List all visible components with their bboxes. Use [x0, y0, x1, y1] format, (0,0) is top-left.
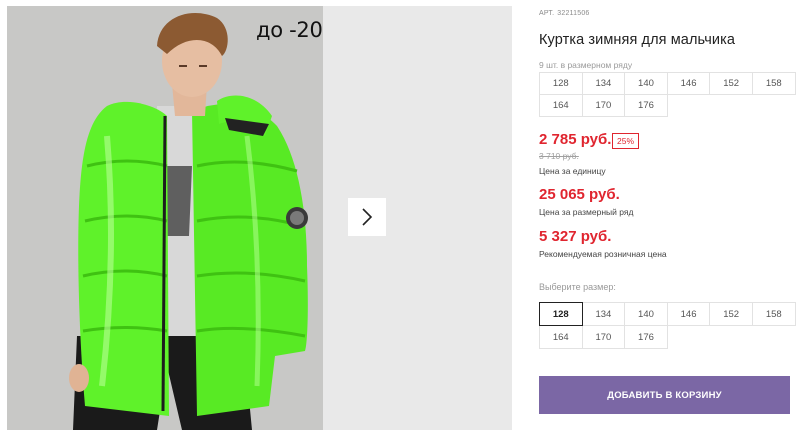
size-option[interactable]: 164 — [539, 325, 583, 349]
range-size-cell: 176 — [624, 94, 668, 117]
size-option[interactable]: 140 — [624, 302, 668, 326]
product-info-panel: АРТ. 32211506 Куртка зимняя для мальчика … — [512, 0, 800, 430]
range-size-cell: 140 — [624, 72, 668, 95]
size-option[interactable]: 152 — [709, 302, 753, 326]
sku: АРТ. 32211506 — [539, 10, 590, 17]
range-size-cell: 146 — [666, 72, 711, 95]
product-gallery: до -20 — [0, 0, 512, 430]
size-range-caption: 9 шт. в размерном ряду — [539, 60, 633, 70]
size-option[interactable]: 146 — [666, 302, 711, 326]
range-size-cell: 170 — [581, 94, 626, 117]
size-option[interactable]: 134 — [581, 302, 626, 326]
size-selector: 128 134 140 146 152 158 164 170 176 — [539, 302, 796, 349]
size-option-selected[interactable]: 128 — [539, 302, 583, 326]
size-option[interactable]: 158 — [751, 302, 796, 326]
unit-price-note: Цена за единицу — [539, 166, 606, 176]
range-size-cell: 134 — [581, 72, 626, 95]
product-photo[interactable] — [7, 6, 323, 430]
sku-label: АРТ. — [539, 10, 555, 17]
choose-size-caption: Выберите размер: — [539, 282, 616, 292]
size-range-grid: 128 134 140 146 152 158 164 170 176 — [539, 72, 796, 117]
unit-price: 2 785 руб. — [539, 131, 612, 148]
range-size-cell: 128 — [539, 72, 583, 95]
size-option[interactable]: 170 — [581, 325, 626, 349]
next-photo-button[interactable] — [348, 198, 386, 236]
product-title: Куртка зимняя для мальчика — [539, 32, 735, 48]
range-size-cell: 164 — [539, 94, 583, 117]
range-size-cell: 158 — [751, 72, 796, 95]
old-price: 3 710 руб. — [539, 151, 579, 161]
sku-value: 32211506 — [557, 10, 590, 17]
chevron-right-icon — [362, 208, 373, 226]
boy-in-green-jacket-image — [7, 6, 323, 430]
add-to-cart-button[interactable]: ДОБАВИТЬ В КОРЗИНУ — [539, 376, 790, 414]
discount-percent-badge: 25% — [612, 133, 640, 149]
size-option[interactable]: 176 — [624, 325, 668, 349]
range-price: 25 065 руб. — [539, 186, 620, 203]
range-price-note: Цена за размерный ряд — [539, 207, 634, 217]
retail-price: 5 327 руб. — [539, 228, 612, 245]
discount-badge: до -20 — [256, 18, 323, 42]
retail-price-note: Рекомендуемая розничная цена — [539, 249, 667, 259]
range-size-cell: 152 — [709, 72, 753, 95]
